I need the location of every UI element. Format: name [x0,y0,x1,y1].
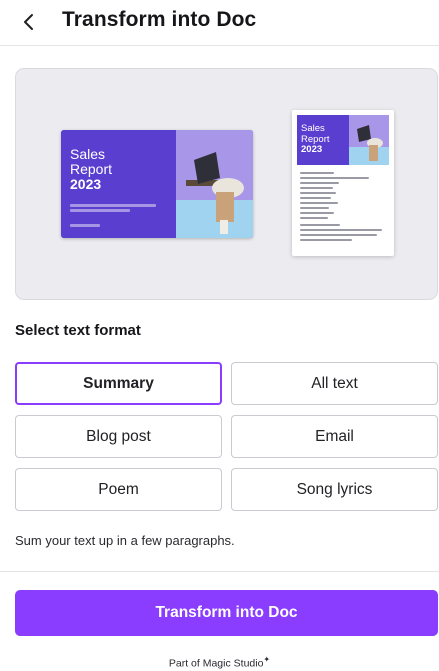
presentation-subtitle-placeholder [70,209,130,212]
header: Transform into Doc [0,0,439,46]
format-option-song-lyrics[interactable]: Song lyrics [231,468,438,511]
doc-line [300,234,378,236]
doc-line [300,187,333,189]
presentation-title-line1: Sales [70,146,106,162]
doc-line [300,239,352,241]
transform-into-doc-button[interactable]: Transform into Doc [15,590,438,636]
format-option-poem[interactable]: Poem [15,468,222,511]
document-year: 2023 [301,144,323,155]
doc-line [300,182,339,184]
doc-line [300,224,340,226]
presentation-thumbnail: Sales Report 2023 [61,130,253,238]
format-option-email[interactable]: Email [231,415,438,458]
doc-line [300,172,335,174]
document-text-placeholder [300,172,386,244]
doc-line [300,192,337,194]
document-title: Sales Report 2023 [301,123,330,156]
footer: Part of Magic Studio✦ [0,655,439,670]
presentation-title-line2: Report [70,161,113,177]
format-option-blog-post[interactable]: Blog post [15,415,222,458]
presentation-title-panel: Sales Report 2023 [61,130,176,238]
doc-line [300,207,330,209]
page-title: Transform into Doc [62,8,257,31]
doc-line [300,177,369,179]
preview-panel: Sales Report 2023 Sales Report 2023 [15,68,438,300]
footer-text: Part of Magic Studio [168,657,264,670]
document-photo [349,115,389,165]
presentation-subtitle-placeholder [70,204,156,207]
presentation-year: 2023 [70,176,102,192]
divider [0,571,439,572]
presentation-footer-placeholder [70,224,100,227]
back-button[interactable] [14,7,44,37]
doc-line [300,217,328,219]
document-title-line1: Sales [301,123,325,134]
doc-line [300,197,331,199]
format-description: Sum your text up in a few paragraphs. [15,533,235,548]
document-hero: Sales Report 2023 [297,115,389,165]
doc-line [300,229,382,231]
document-thumbnail: Sales Report 2023 [292,110,394,256]
format-section-label: Select text format [15,322,141,339]
presentation-title: Sales Report 2023 [70,147,112,192]
doc-line [300,202,338,204]
chevron-left-icon [24,14,33,30]
doc-line [300,212,335,214]
format-option-all-text[interactable]: All text [231,362,438,405]
sparkle-icon: ✦ [263,655,271,664]
format-option-summary[interactable]: Summary [15,362,222,405]
presentation-photo [176,130,253,238]
